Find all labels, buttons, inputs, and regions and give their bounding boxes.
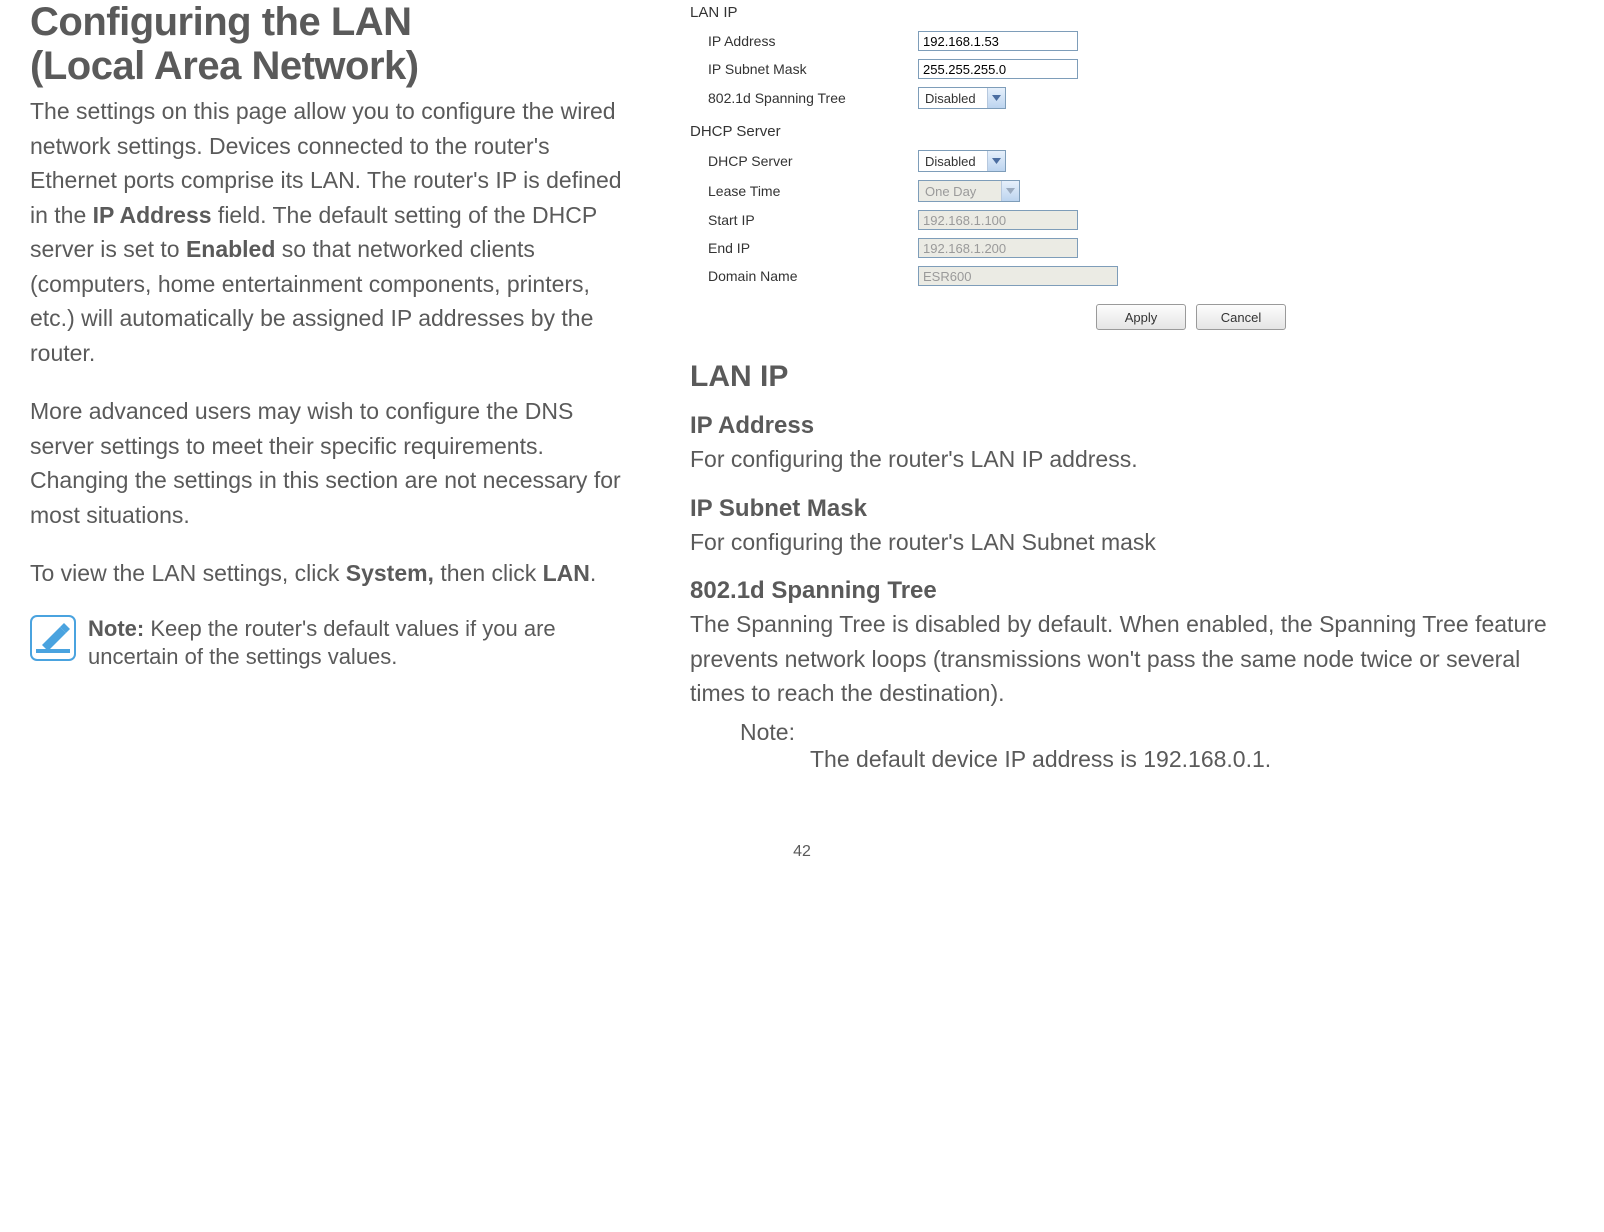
desc-spanning-tree: The Spanning Tree is disabled by default…: [690, 607, 1574, 711]
label-end-ip: End IP: [708, 240, 918, 256]
chevron-down-icon: [1001, 181, 1019, 201]
select-value: One Day: [919, 184, 1001, 199]
note-label: Note:: [88, 616, 144, 641]
field-row-subnet-mask: IP Subnet Mask: [690, 55, 1290, 83]
text-fragment: To view the LAN settings, click: [30, 560, 346, 586]
input-start-ip: [918, 210, 1078, 230]
intro-paragraph-1: The settings on this page allow you to c…: [30, 94, 630, 370]
label-lease-time: Lease Time: [708, 183, 918, 199]
apply-button[interactable]: Apply: [1096, 304, 1186, 330]
router-config-panel: LAN IP IP Address IP Subnet Mask 802.1d …: [690, 4, 1290, 330]
select-value: Disabled: [919, 154, 987, 169]
label-domain-name: Domain Name: [708, 268, 918, 284]
heading-lan-ip: LAN IP: [690, 360, 1574, 394]
section-heading-dhcp: DHCP Server: [690, 123, 1290, 140]
select-lease-time: One Day: [918, 180, 1020, 202]
desc-subnet-mask: For configuring the router's LAN Subnet …: [690, 525, 1574, 560]
label-subnet-mask: IP Subnet Mask: [708, 61, 918, 77]
note-callout: Note: Keep the router's default values i…: [30, 615, 630, 672]
note-body: The default device IP address is 192.168…: [810, 746, 1574, 773]
text-bold: System,: [346, 560, 434, 586]
field-row-domain-name: Domain Name: [690, 262, 1290, 290]
label-spanning-tree: 802.1d Spanning Tree: [708, 90, 918, 106]
label-dhcp-server: DHCP Server: [708, 153, 918, 169]
note-label: Note:: [740, 719, 1574, 746]
cancel-button[interactable]: Cancel: [1196, 304, 1286, 330]
note-body: Keep the router's default values if you …: [88, 616, 556, 670]
subheading-subnet-mask: IP Subnet Mask: [690, 495, 1574, 523]
field-row-spanning-tree: 802.1d Spanning Tree Disabled: [690, 83, 1290, 113]
input-end-ip: [918, 238, 1078, 258]
text-fragment: then click: [434, 560, 543, 586]
page-number: 42: [30, 843, 1574, 861]
select-dhcp-server[interactable]: Disabled: [918, 150, 1006, 172]
select-value: Disabled: [919, 91, 987, 106]
field-row-start-ip: Start IP: [690, 206, 1290, 234]
chevron-down-icon: [987, 88, 1005, 108]
note-text: Note: Keep the router's default values i…: [88, 615, 630, 672]
note-icon: [30, 615, 76, 661]
subheading-spanning-tree: 802.1d Spanning Tree: [690, 577, 1574, 605]
input-domain-name: [918, 266, 1118, 286]
page-title: Configuring the LAN (Local Area Network): [30, 0, 630, 88]
title-line-1: Configuring the LAN: [30, 0, 412, 44]
field-row-dhcp-server: DHCP Server Disabled: [690, 146, 1290, 176]
field-row-lease-time: Lease Time One Day: [690, 176, 1290, 206]
field-row-end-ip: End IP: [690, 234, 1290, 262]
text-fragment: .: [590, 560, 596, 586]
field-row-ip-address: IP Address: [690, 27, 1290, 55]
intro-paragraph-2: More advanced users may wish to configur…: [30, 394, 630, 532]
input-subnet-mask[interactable]: [918, 59, 1078, 79]
chevron-down-icon: [987, 151, 1005, 171]
text-bold: IP Address: [93, 202, 212, 228]
intro-paragraph-3: To view the LAN settings, click System, …: [30, 556, 630, 591]
desc-ip-address: For configuring the router's LAN IP addr…: [690, 442, 1574, 477]
button-row: Apply Cancel: [690, 304, 1290, 330]
subheading-ip-address: IP Address: [690, 412, 1574, 440]
input-ip-address[interactable]: [918, 31, 1078, 51]
section-heading-lan-ip: LAN IP: [690, 4, 1290, 21]
text-bold: LAN: [543, 560, 590, 586]
select-spanning-tree[interactable]: Disabled: [918, 87, 1006, 109]
label-start-ip: Start IP: [708, 212, 918, 228]
title-line-2: (Local Area Network): [30, 44, 419, 88]
text-bold: Enabled: [186, 236, 275, 262]
label-ip-address: IP Address: [708, 33, 918, 49]
